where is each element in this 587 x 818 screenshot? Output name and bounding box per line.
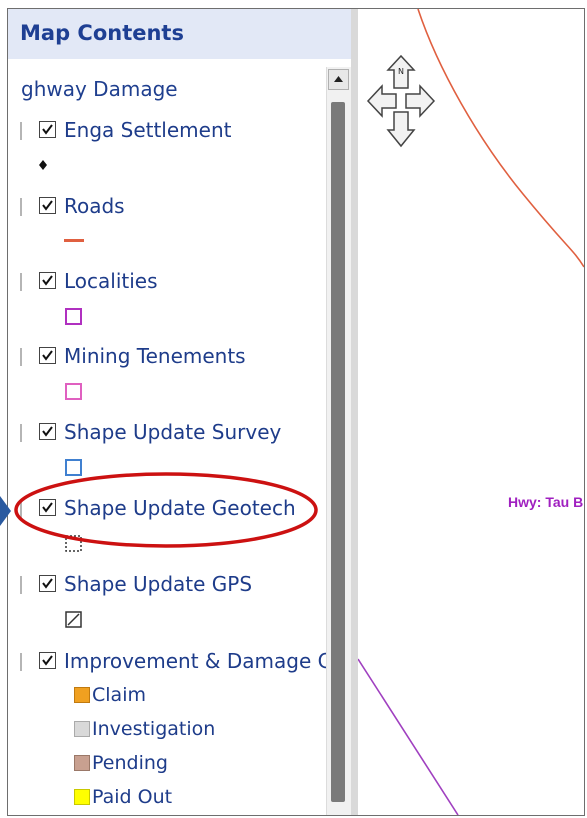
line-symbol-icon [64, 239, 84, 242]
legend-item-claim: Claim [74, 684, 314, 706]
layer-checkbox-shape-update-survey[interactable] [39, 423, 56, 440]
legend-label: Paid Out [92, 786, 173, 808]
layer-checkbox-shape-update-gps[interactable] [39, 575, 56, 592]
polygon-symbol-icon [65, 611, 82, 628]
panel-splitter[interactable] [351, 9, 358, 815]
legend-item-pending: Pending [74, 752, 314, 774]
layer-row-localities: Localities [8, 269, 328, 295]
layer-label-mining-tenements[interactable]: Mining Tenements [64, 344, 246, 368]
layer-checkbox-improvement-damage[interactable] [39, 652, 56, 669]
layer-checkbox-shape-update-geotech[interactable] [39, 499, 56, 516]
arrow-up-icon [334, 76, 343, 82]
legend-swatch [74, 687, 90, 703]
road-line [417, 9, 584, 268]
legend-item-investigation: Investigation [74, 718, 314, 740]
layer-label-shape-update-survey[interactable]: Shape Update Survey [64, 420, 281, 444]
boundary-line [358, 658, 459, 815]
legend-label: Claim [92, 684, 146, 706]
pan-east-icon [405, 84, 436, 118]
service-name-label[interactable]: ghway Damage [21, 77, 178, 101]
polygon-symbol-icon [65, 383, 82, 400]
layer-label-enga-settlement[interactable]: Enga Settlement [64, 118, 231, 142]
svg-text:N: N [398, 67, 404, 76]
legend-label: Pending [92, 752, 168, 774]
tree-line [20, 122, 22, 140]
point-symbol-icon [39, 160, 47, 170]
layer-checkbox-mining-tenements[interactable] [39, 347, 56, 364]
tree-line [20, 198, 22, 216]
legend-item-paid-out: Paid Out [74, 786, 314, 808]
layer-label-shape-update-gps[interactable]: Shape Update GPS [64, 572, 252, 596]
layer-label-roads[interactable]: Roads [64, 194, 125, 218]
highway-map-label: Hwy: Tau B [508, 494, 584, 510]
legend-swatch [74, 721, 90, 737]
polygon-symbol-icon [65, 535, 82, 552]
map-contents-panel: Map Contents ghway Damage Enga Settlemen… [8, 9, 351, 815]
legend-swatch [74, 755, 90, 771]
scroll-up-button[interactable] [328, 69, 349, 90]
toc-scrollbar[interactable] [326, 67, 351, 815]
layer-row-roads: Roads [8, 194, 328, 220]
pan-north-icon: N [386, 54, 416, 89]
layer-checkbox-roads[interactable] [39, 197, 56, 214]
layer-row-mining-tenements: Mining Tenements [8, 344, 328, 370]
layer-row-shape-update-gps: Shape Update GPS [8, 572, 328, 598]
layer-checkbox-localities[interactable] [39, 272, 56, 289]
legend-label: Investigation [92, 718, 216, 740]
layer-label-localities[interactable]: Localities [64, 269, 158, 293]
tree-line [20, 424, 22, 442]
tree-line [20, 348, 22, 366]
tree-line [20, 653, 22, 671]
pan-west-icon [366, 84, 397, 118]
pan-south-icon [386, 111, 416, 148]
layer-label-improvement-damage[interactable]: Improvement & Damage Cc [64, 649, 343, 673]
layer-row-improvement-damage: Improvement & Damage Cc [8, 649, 343, 675]
map-canvas[interactable]: N Hwy: Tau B [358, 9, 584, 815]
layer-label-shape-update-geotech[interactable]: Shape Update Geotech [64, 496, 296, 520]
tree-line [20, 576, 22, 594]
legend-swatch [74, 789, 90, 805]
layer-row-shape-update-survey: Shape Update Survey [8, 420, 328, 446]
pan-navigation-control[interactable]: N [366, 54, 436, 148]
polygon-symbol-icon [65, 459, 82, 476]
layer-row-enga-settlement: Enga Settlement [8, 118, 328, 144]
layer-row-shape-update-geotech: Shape Update Geotech [8, 496, 328, 522]
pointer-arrow-icon [0, 496, 11, 526]
tree-line [20, 500, 22, 518]
scroll-thumb[interactable] [331, 102, 345, 802]
map-contents-header: Map Contents [8, 9, 351, 59]
tree-line [20, 273, 22, 291]
polygon-symbol-icon [65, 308, 82, 325]
map-contents-title: Map Contents [20, 21, 184, 45]
layer-checkbox-enga-settlement[interactable] [39, 121, 56, 138]
